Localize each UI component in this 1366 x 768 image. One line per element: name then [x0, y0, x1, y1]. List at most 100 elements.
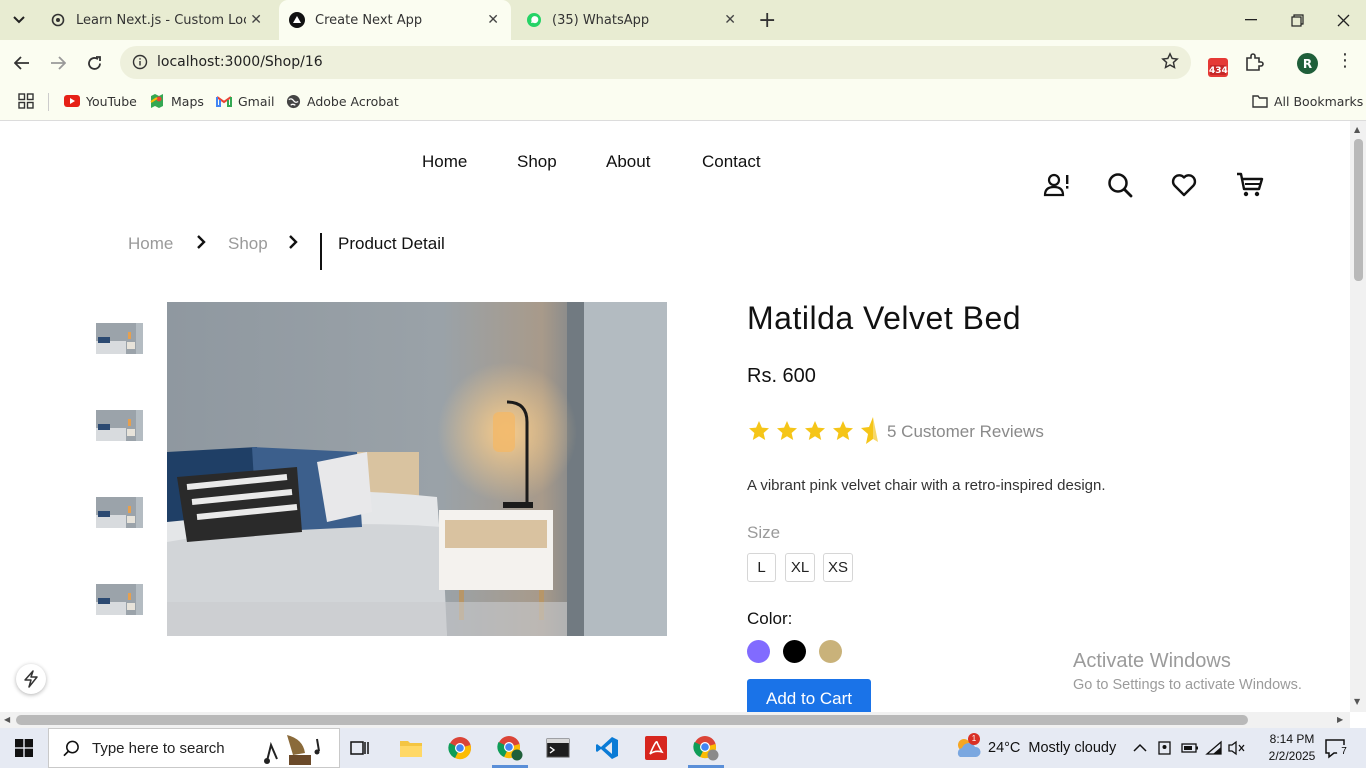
- minimize-button[interactable]: [1228, 0, 1274, 40]
- scroll-up-icon[interactable]: ▲: [1354, 125, 1360, 134]
- meet-now-icon[interactable]: [1157, 740, 1173, 760]
- nav-shop[interactable]: Shop: [517, 152, 557, 172]
- extensions-button[interactable]: [1244, 52, 1264, 76]
- size-option-xl[interactable]: XL: [785, 553, 815, 582]
- all-bookmarks-button[interactable]: All Bookmarks: [1252, 93, 1363, 109]
- taskbar-search-box[interactable]: Type here to search: [48, 728, 340, 768]
- scroll-right-icon[interactable]: ▶: [1337, 715, 1343, 724]
- extension-calendar-button[interactable]: 434: [1206, 56, 1230, 82]
- address-bar[interactable]: localhost:3000/Shop/16: [120, 46, 1191, 79]
- close-icon[interactable]: ✕: [487, 12, 499, 28]
- bookmarks-bar: YouTube Maps Gmail Adobe Acrobat All Boo…: [0, 85, 1366, 121]
- search-icon[interactable]: [1104, 169, 1136, 201]
- product-main-image: [167, 302, 667, 636]
- battery-icon[interactable]: [1181, 740, 1199, 759]
- tab-create-next-app[interactable]: Create Next App ✕: [279, 0, 511, 40]
- clock-time: 8:14 PM: [1269, 732, 1315, 746]
- product-thumbnail[interactable]: [96, 497, 143, 528]
- add-to-cart-button[interactable]: Add to Cart: [747, 679, 871, 712]
- product-thumbnail[interactable]: [96, 584, 143, 615]
- volume-muted-icon[interactable]: [1228, 740, 1246, 760]
- color-label: Color:: [747, 609, 793, 628]
- size-label: Size: [747, 523, 781, 542]
- notification-count: 7: [1337, 745, 1351, 759]
- nextjs-dev-tools-button[interactable]: [16, 664, 46, 694]
- scrollbar-thumb[interactable]: [16, 715, 1248, 725]
- color-swatch-gold[interactable]: [819, 640, 842, 663]
- globe-icon: [285, 93, 301, 109]
- size-option-l[interactable]: L: [747, 553, 776, 582]
- new-tab-button[interactable]: +: [758, 8, 776, 33]
- half-star-icon: [861, 417, 878, 444]
- lightning-icon: [24, 670, 38, 688]
- rating-stars: [747, 417, 887, 445]
- vscode-button[interactable]: [585, 728, 629, 768]
- tab-label: (35) WhatsApp: [552, 12, 650, 28]
- activate-windows-watermark: Activate Windows Go to Settings to activ…: [1073, 650, 1302, 693]
- apps-button[interactable]: [18, 93, 34, 109]
- scroll-down-icon[interactable]: ▼: [1354, 697, 1360, 706]
- breadcrumb-current: Product Detail: [338, 234, 445, 253]
- bookmark-maps[interactable]: Maps: [149, 93, 204, 109]
- gmail-icon: [216, 93, 232, 109]
- tab-whatsapp[interactable]: (35) WhatsApp ✕: [516, 0, 748, 40]
- star-icon: [805, 421, 825, 440]
- start-button[interactable]: [0, 728, 48, 768]
- cart-icon[interactable]: [1234, 169, 1266, 201]
- chevron-up-icon[interactable]: [1133, 740, 1147, 759]
- nav-about[interactable]: About: [606, 152, 650, 172]
- user-alert-icon[interactable]: [1041, 169, 1073, 201]
- system-clock[interactable]: 8:14 PM 2/2/2025: [1262, 731, 1322, 765]
- restore-icon: [1290, 13, 1304, 27]
- back-button[interactable]: [10, 51, 34, 75]
- bookmark-label: Adobe Acrobat: [307, 93, 399, 109]
- restore-button[interactable]: [1274, 0, 1320, 40]
- tab-learn-nextjs[interactable]: Learn Next.js - Custom Localhost ✕: [40, 0, 274, 40]
- page-viewport: Home Shop About Contact Home Shop Produc…: [0, 121, 1350, 712]
- folder-icon: [1252, 93, 1268, 109]
- reload-button[interactable]: [82, 51, 106, 75]
- vercel-icon: [289, 12, 305, 28]
- close-icon[interactable]: ✕: [724, 12, 736, 28]
- chevron-right-icon: [196, 234, 206, 255]
- task-view-button[interactable]: [340, 728, 380, 768]
- color-swatch-black[interactable]: [783, 640, 806, 663]
- close-window-button[interactable]: [1320, 0, 1366, 40]
- wifi-icon[interactable]: [1205, 740, 1223, 760]
- bookmark-adobe-acrobat[interactable]: Adobe Acrobat: [285, 93, 399, 109]
- tab-search-button[interactable]: [6, 7, 32, 33]
- close-icon[interactable]: ✕: [250, 12, 262, 28]
- notification-center-button[interactable]: 7: [1324, 738, 1351, 764]
- bookmark-gmail[interactable]: Gmail: [216, 93, 274, 109]
- watermark-subtitle: Go to Settings to activate Windows.: [1073, 677, 1302, 693]
- browser-menu-icon[interactable]: ⋮: [1336, 50, 1354, 71]
- bookmark-divider: [48, 93, 49, 111]
- acrobat-button[interactable]: [634, 728, 678, 768]
- bookmark-star-icon[interactable]: [1161, 52, 1179, 74]
- chrome-button[interactable]: [438, 728, 482, 768]
- scrollbar-thumb[interactable]: [1354, 139, 1363, 281]
- nav-contact[interactable]: Contact: [702, 152, 761, 172]
- product-thumbnail[interactable]: [96, 410, 143, 441]
- scroll-left-icon[interactable]: ◀: [4, 715, 10, 724]
- terminal-button[interactable]: [536, 728, 580, 768]
- bookmark-youtube[interactable]: YouTube: [64, 93, 137, 109]
- breadcrumb-home[interactable]: Home: [128, 234, 173, 254]
- vertical-scrollbar[interactable]: ▲ ▼: [1350, 121, 1366, 712]
- chrome-secondary-button[interactable]: [684, 728, 728, 768]
- horizontal-scrollbar[interactable]: ◀ ▶: [0, 712, 1350, 728]
- file-explorer-button[interactable]: [390, 728, 432, 768]
- chrome-profile-button[interactable]: [488, 728, 532, 768]
- profile-avatar[interactable]: R: [1297, 53, 1318, 74]
- review-count[interactable]: 5 Customer Reviews: [887, 422, 1044, 442]
- color-swatch-purple[interactable]: [747, 640, 770, 663]
- size-option-xs[interactable]: XS: [823, 553, 853, 582]
- product-thumbnail[interactable]: [96, 323, 143, 354]
- heart-icon[interactable]: [1168, 169, 1200, 201]
- site-info-icon[interactable]: [132, 54, 148, 74]
- nav-home[interactable]: Home: [422, 152, 467, 172]
- weather-widget[interactable]: 1 24°C Mostly cloudy: [954, 728, 1116, 768]
- forward-button[interactable]: [46, 51, 70, 75]
- windows-logo-icon: [15, 739, 33, 757]
- breadcrumb-shop[interactable]: Shop: [228, 234, 268, 254]
